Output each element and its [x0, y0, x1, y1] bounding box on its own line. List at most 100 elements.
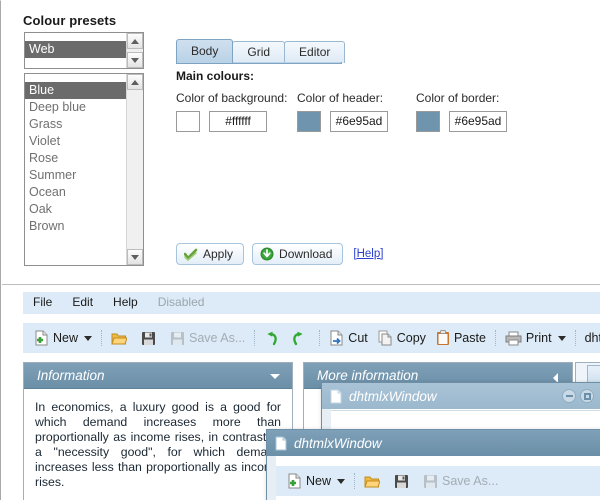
toolbar-button-redo[interactable]: [259, 325, 287, 351]
redo-arrow-icon: [264, 331, 278, 346]
toolbar-button-save-as-label: Save As...: [189, 331, 246, 345]
color-border-label: Color of border:: [416, 91, 500, 105]
download-icon: [260, 247, 274, 261]
scroll-up-icon[interactable]: [127, 33, 143, 49]
toolbar-button-open[interactable]: [106, 325, 136, 351]
help-link[interactable]: [Help]: [353, 248, 383, 260]
check-icon: [184, 248, 198, 261]
application-page: Colour presets Web Blue Deep blue Grass …: [0, 0, 600, 500]
tab-grid[interactable]: Grid: [232, 41, 286, 63]
list-item[interactable]: Ocean: [25, 184, 126, 201]
window-title-2: dhtmlxWindow: [294, 435, 382, 451]
menu-item-file[interactable]: File: [23, 292, 62, 314]
color-header-input[interactable]: #6e95ad: [330, 111, 388, 132]
toolbar: New Save As... Cut Copy Paste Print dh: [23, 323, 600, 353]
list-item[interactable]: Rose: [25, 150, 126, 167]
save-as-icon: [423, 474, 438, 489]
toolbar-button-paste[interactable]: Paste: [431, 325, 491, 351]
toolbar-button-new[interactable]: New: [29, 325, 97, 351]
save-floppy-icon: [141, 331, 156, 346]
paste-icon: [436, 330, 450, 346]
document-icon: [275, 436, 287, 451]
action-buttons: Apply Download [Help]: [176, 243, 383, 265]
copy-icon: [378, 330, 393, 346]
document-icon: [330, 389, 342, 404]
list-item[interactable]: Grass: [25, 116, 126, 133]
preset-group-scrollbar[interactable]: [126, 33, 143, 68]
toolbar-button-dhtmlx[interactable]: dhtm: [580, 325, 600, 351]
accordion-title-information: Information: [37, 368, 105, 383]
toolbar-button-dhtmlx-label: dhtm: [584, 331, 600, 345]
scroll-up-icon[interactable]: [127, 74, 143, 90]
tab-editor[interactable]: Editor: [284, 41, 346, 63]
toolbar-separator: [101, 330, 103, 346]
open-folder-icon: [111, 331, 128, 346]
download-button[interactable]: Download: [252, 243, 344, 265]
save-floppy-icon: [394, 474, 409, 489]
toolbar-button-print-label: Print: [525, 331, 552, 345]
scroll-down-icon[interactable]: [127, 249, 143, 265]
accordion-panel-information: Information In economics, a luxury good …: [23, 362, 293, 500]
color-group-border: Color of border: #6e95ad: [416, 91, 507, 132]
toolbar-button-copy[interactable]: Copy: [373, 325, 431, 351]
maximize-icon[interactable]: [580, 389, 594, 403]
accordion-title-more-information: More information: [317, 368, 419, 383]
toolbar-button-save-as: Save As...: [165, 325, 250, 351]
toolbar-separator: [354, 473, 356, 489]
toolbar-button-cut-label: Cut: [348, 331, 368, 345]
list-item[interactable]: Oak: [25, 201, 126, 218]
color-background-label: Color of background:: [176, 91, 288, 105]
minimize-icon[interactable]: [562, 389, 576, 403]
toolbar-separator: [319, 330, 321, 346]
menu-item-edit[interactable]: Edit: [62, 292, 103, 314]
chevron-down-icon[interactable]: [337, 478, 346, 484]
toolbar-separator: [574, 330, 576, 346]
tab-body[interactable]: Body: [176, 39, 234, 63]
window-toolbar-button-save[interactable]: [389, 468, 418, 494]
window-titlebar-1[interactable]: dhtmlxWindow: [322, 383, 600, 409]
preset-group-options[interactable]: Web: [25, 33, 126, 68]
new-document-icon: [287, 473, 302, 489]
window-dhtmlxwindow-2[interactable]: dhtmlxWindow New Save As...: [266, 429, 600, 500]
color-header-swatch[interactable]: [297, 111, 321, 132]
window-toolbar-button-save-as: Save As...: [418, 468, 503, 494]
preset-group-listbox[interactable]: Web: [24, 32, 144, 69]
color-border-input[interactable]: #6e95ad: [449, 111, 507, 132]
window-title-1: dhtmlxWindow: [349, 388, 437, 404]
preset-group-option-web[interactable]: Web: [25, 41, 126, 58]
apply-button-label: Apply: [203, 247, 234, 261]
list-item[interactable]: Brown: [25, 218, 126, 235]
window-toolbar-save-as-label: Save As...: [442, 474, 499, 488]
list-item[interactable]: Summer: [25, 167, 126, 184]
accordion-header-information[interactable]: Information: [24, 363, 292, 389]
information-paragraph-1: In economics, a luxury good is a good fo…: [35, 400, 281, 489]
list-item[interactable]: Deep blue: [25, 99, 126, 116]
download-button-label: Download: [279, 247, 333, 261]
color-group-header: Color of header: #6e95ad: [297, 91, 388, 132]
color-background-swatch[interactable]: [176, 111, 200, 132]
list-item[interactable]: Blue: [25, 82, 126, 99]
toolbar-button-save[interactable]: [136, 325, 165, 351]
chevron-down-icon[interactable]: [557, 335, 566, 341]
window-toolbar-new-label: New: [306, 474, 332, 488]
preset-listbox[interactable]: Blue Deep blue Grass Violet Rose Summer …: [24, 73, 144, 266]
toolbar-button-cut[interactable]: Cut: [324, 325, 372, 351]
window-titlebar-2[interactable]: dhtmlxWindow: [267, 430, 600, 456]
skin-builder-panel: Colour presets Web Blue Deep blue Grass …: [2, 1, 600, 285]
list-item[interactable]: Violet: [25, 133, 126, 150]
color-background-input[interactable]: #ffffff: [209, 111, 267, 132]
toolbar-button-undo[interactable]: [287, 325, 315, 351]
window-toolbar-button-open[interactable]: [359, 468, 389, 494]
apply-button[interactable]: Apply: [176, 243, 245, 265]
menu-item-help[interactable]: Help: [103, 292, 148, 314]
chevron-down-icon[interactable]: [270, 374, 280, 379]
chevron-down-icon[interactable]: [84, 335, 93, 341]
menu-item-disabled: Disabled: [157, 295, 205, 309]
toolbar-button-print[interactable]: Print: [500, 325, 571, 351]
window-toolbar-button-new[interactable]: New: [282, 468, 350, 494]
color-border-swatch[interactable]: [416, 111, 440, 132]
preset-scrollbar[interactable]: [126, 74, 143, 265]
scroll-down-icon[interactable]: [127, 52, 143, 68]
printer-icon: [505, 331, 522, 346]
preset-options[interactable]: Blue Deep blue Grass Violet Rose Summer …: [25, 74, 126, 265]
